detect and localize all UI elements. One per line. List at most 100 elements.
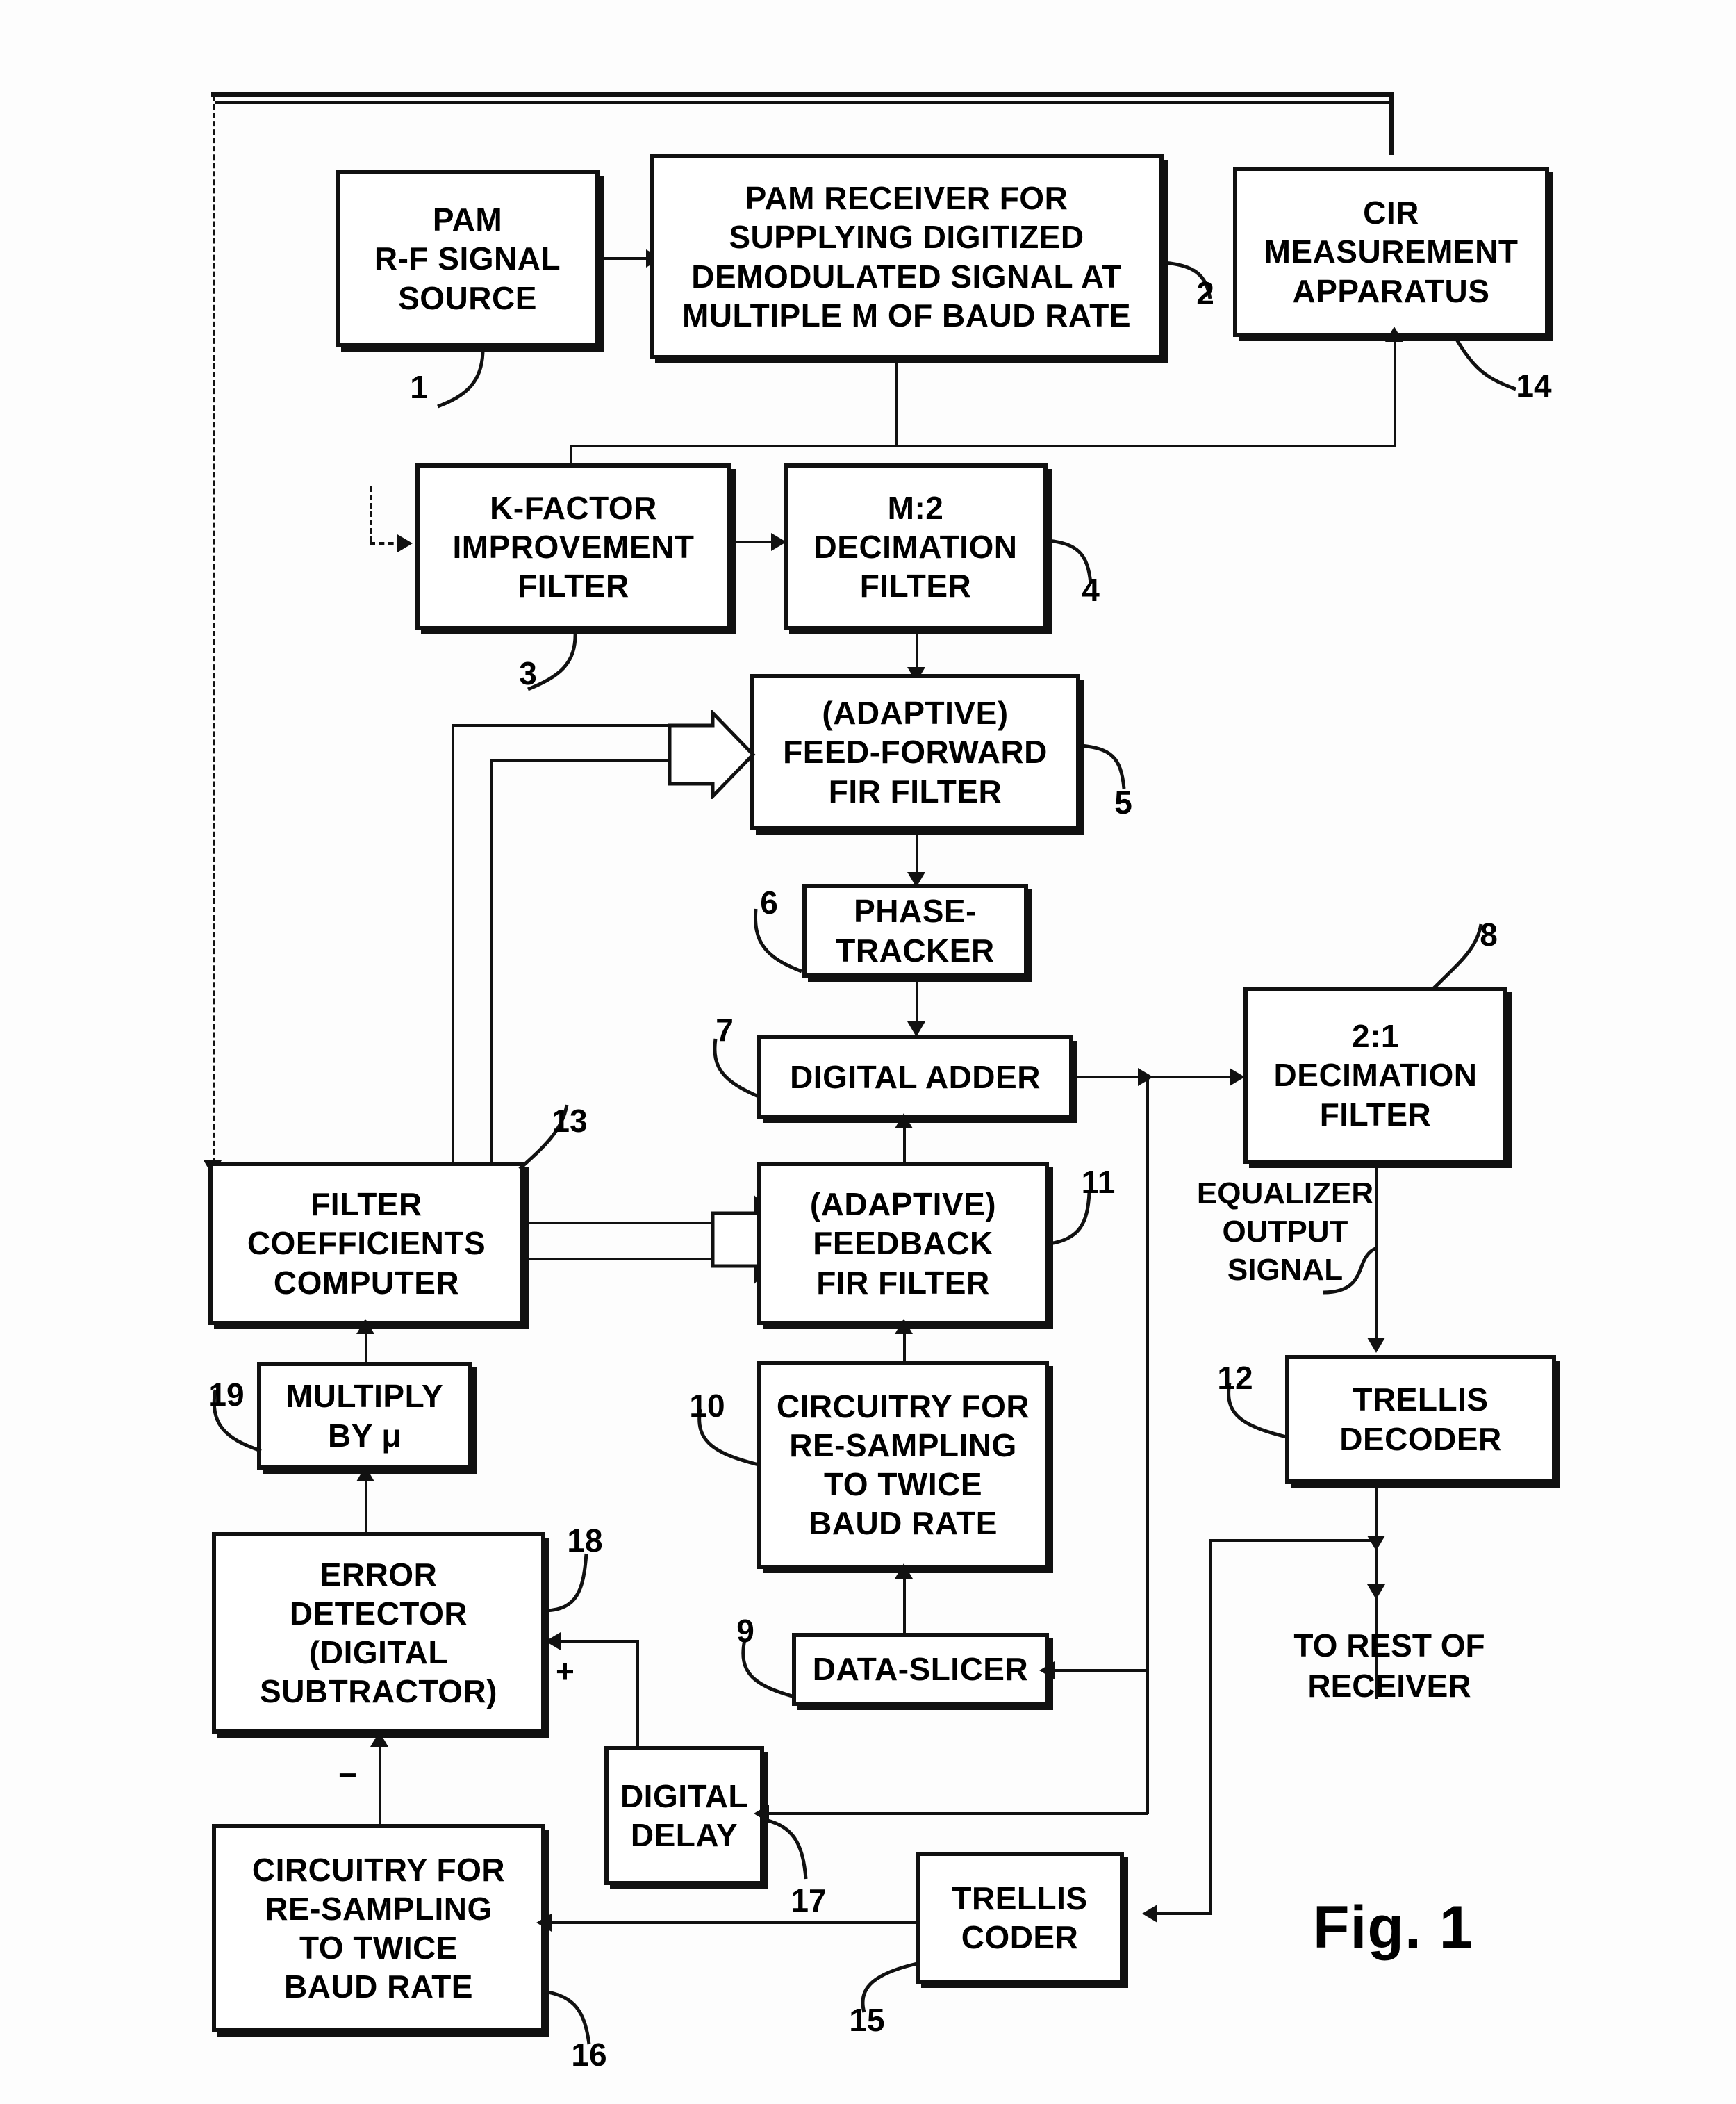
- coef-bus-ff-riser-a: [452, 724, 454, 1163]
- conn-bus-to-cir-arrow: [1385, 327, 1403, 342]
- top-feedback-bus-secondary: [215, 101, 1389, 104]
- block-digital-adder[interactable]: DIGITAL ADDER: [757, 1035, 1073, 1119]
- block-trellis-coder-label: TRELLIS CODER: [952, 1880, 1088, 1955]
- conn-delay-to-errordet-riser: [636, 1640, 639, 1748]
- block-filter-coefficients-computer-label: FILTER COEFFICIENTS COMPUTER: [247, 1186, 486, 1301]
- block-k-factor-improvement-filter-label: K-FACTOR IMPROVEMENT FILTER: [452, 489, 695, 605]
- block-phase-tracker-label: PHASE- TRACKER: [836, 893, 995, 969]
- block-cir-measurement-apparatus[interactable]: CIR MEASUREMENT APPARATUS: [1233, 167, 1549, 337]
- conn-12-to-coder-arrow: [1142, 1905, 1157, 1923]
- conn-12-to-coder-riser: [1209, 1539, 1212, 1914]
- conn-9-to-10-arrow: [895, 1563, 913, 1579]
- refnum-7: 7: [716, 1012, 734, 1048]
- conn-2-out-riser: [895, 359, 898, 446]
- block-2to1-decimation-filter-label: 2:1 DECIMATION FILTER: [1273, 1018, 1478, 1133]
- conn-delay-to-errordet: [559, 1640, 639, 1643]
- block-adaptive-feed-forward-fir-filter[interactable]: (ADAPTIVE) FEED-FORWARD FIR FILTER: [750, 674, 1080, 830]
- block-pam-rf-signal-source[interactable]: PAM R-F SIGNAL SOURCE: [336, 170, 600, 347]
- kfactor-dashed-feed: [370, 486, 372, 542]
- block-adaptive-feedback-fir-filter[interactable]: (ADAPTIVE) FEEDBACK FIR FILTER: [757, 1162, 1049, 1325]
- right-feedback-riser: [1389, 92, 1394, 155]
- block-pam-receiver[interactable]: PAM RECEIVER FOR SUPPLYING DIGITIZED DEM…: [650, 154, 1164, 359]
- conn-1-to-2: [600, 257, 650, 260]
- coef-bus-ff-arrowhead: [667, 710, 756, 799]
- block-data-slicer[interactable]: DATA-SLICER: [792, 1633, 1049, 1706]
- conn-16-to-errordet-arrow: [370, 1732, 388, 1747]
- block-digital-delay[interactable]: DIGITAL DELAY: [604, 1746, 764, 1885]
- top-feedback-bus: [211, 92, 1392, 97]
- conn-18-to-19-arrow: [356, 1466, 374, 1481]
- conn-12-branch-arrow: [1367, 1536, 1385, 1551]
- refnum-13: 13: [552, 1103, 588, 1139]
- block-m2-decimation-filter-label: M:2 DECIMATION FILTER: [813, 489, 1018, 605]
- leader-17: [761, 1814, 838, 1890]
- refnum-15: 15: [849, 2002, 885, 2038]
- conn-7-to-8-arrow: [1230, 1068, 1245, 1086]
- leader-7: [709, 1038, 771, 1115]
- leader-9: [736, 1639, 806, 1716]
- conn-bus-to-cir: [1394, 340, 1396, 446]
- refnum-11: 11: [1081, 1164, 1116, 1200]
- minus-sign: −: [338, 1757, 357, 1793]
- conn-6-to-7-arrow: [907, 1021, 925, 1037]
- block-circuitry-resampling-error-label: CIRCUITRY FOR RE-SAMPLING TO TWICE BAUD …: [251, 1851, 506, 2005]
- coef-bus-ff-riser-b: [490, 759, 493, 1163]
- block-filter-coefficients-computer[interactable]: FILTER COEFFICIENTS COMPUTER: [208, 1162, 524, 1325]
- coef-bus-fb-h-a: [524, 1222, 722, 1224]
- refnum-19: 19: [208, 1376, 245, 1413]
- block-error-detector-label: ERROR DETECTOR (DIGITAL SUBTRACTOR): [260, 1556, 497, 1710]
- block-trellis-coder[interactable]: TRELLIS CODER: [916, 1852, 1124, 1984]
- block-m2-decimation-filter[interactable]: M:2 DECIMATION FILTER: [784, 463, 1048, 630]
- to-rest-of-receiver-label: TO REST OF RECEIVER: [1293, 1627, 1485, 1704]
- refnum-10: 10: [689, 1388, 725, 1424]
- refnum-12: 12: [1217, 1360, 1253, 1396]
- conn-equalizer-to-slicer-arrow: [1039, 1661, 1055, 1679]
- block-error-detector[interactable]: ERROR DETECTOR (DIGITAL SUBTRACTOR): [212, 1532, 545, 1734]
- conn-8-to-12-arrow: [1367, 1338, 1385, 1353]
- block-phase-tracker[interactable]: PHASE- TRACKER: [802, 884, 1028, 978]
- leader-equalizer-output: [1323, 1244, 1400, 1306]
- left-outer-rail: [213, 96, 215, 1180]
- refnum-1: 1: [410, 369, 428, 405]
- block-cir-measurement-apparatus-label: CIR MEASUREMENT APPARATUS: [1264, 195, 1519, 309]
- refnum-2: 2: [1196, 275, 1214, 311]
- block-digital-adder-label: DIGITAL ADDER: [790, 1058, 1041, 1095]
- kfactor-feed-arrow: [397, 534, 413, 552]
- conn-7-to-8: [1073, 1076, 1243, 1078]
- block-circuitry-resampling-feedback[interactable]: CIRCUITRY FOR RE-SAMPLING TO TWICE BAUD …: [757, 1361, 1049, 1569]
- conn-12-to-coder-in: [1153, 1912, 1212, 1915]
- block-2to1-decimation-filter[interactable]: 2:1 DECIMATION FILTER: [1243, 987, 1507, 1164]
- conn-10-to-11-arrow: [895, 1319, 913, 1334]
- plus-sign: +: [556, 1653, 574, 1689]
- refnum-17: 17: [791, 1882, 827, 1918]
- block-data-slicer-label: DATA-SLICER: [812, 1651, 1029, 1688]
- block-k-factor-improvement-filter[interactable]: K-FACTOR IMPROVEMENT FILTER: [415, 463, 731, 630]
- conn-15-to-16-arrow: [536, 1914, 552, 1932]
- refnum-16: 16: [571, 2037, 607, 2073]
- conn-11-to-7-arrow: [895, 1113, 913, 1128]
- refnum-18: 18: [567, 1522, 603, 1559]
- refnum-14: 14: [1516, 368, 1552, 404]
- block-circuitry-resampling-feedback-label: CIRCUITRY FOR RE-SAMPLING TO TWICE BAUD …: [776, 1388, 1030, 1542]
- refnum-8: 8: [1480, 917, 1498, 953]
- refnum-4: 4: [1082, 572, 1100, 608]
- equalizer-tap-riser: [1146, 1076, 1149, 1814]
- refnum-3: 3: [519, 655, 537, 691]
- block-multiply-by-mu[interactable]: MULTIPLY BY μ: [257, 1362, 472, 1470]
- figure-label: Fig. 1: [1313, 1894, 1473, 1961]
- coef-bus-ff-h-a: [452, 724, 672, 727]
- conn-12-out-arrow: [1367, 1584, 1385, 1600]
- coef-bus-ff-h-b: [490, 759, 672, 762]
- block-trellis-decoder[interactable]: TRELLIS DECODER: [1285, 1355, 1556, 1484]
- block-circuitry-resampling-error[interactable]: CIRCUITRY FOR RE-SAMPLING TO TWICE BAUD …: [212, 1824, 545, 2032]
- block-trellis-decoder-label: TRELLIS DECODER: [1339, 1381, 1502, 1457]
- conn-15-to-16: [549, 1921, 916, 1924]
- refnum-6: 6: [760, 885, 778, 921]
- refnum-5: 5: [1114, 784, 1132, 821]
- block-digital-delay-label: DIGITAL DELAY: [620, 1777, 749, 1853]
- refnum-9: 9: [736, 1613, 754, 1649]
- block-multiply-by-mu-label: MULTIPLY BY μ: [286, 1378, 444, 1454]
- conn-16-to-errordet: [379, 1737, 381, 1826]
- block-pam-rf-signal-source-label: PAM R-F SIGNAL SOURCE: [374, 202, 561, 316]
- block-pam-receiver-label: PAM RECEIVER FOR SUPPLYING DIGITIZED DEM…: [681, 180, 1132, 334]
